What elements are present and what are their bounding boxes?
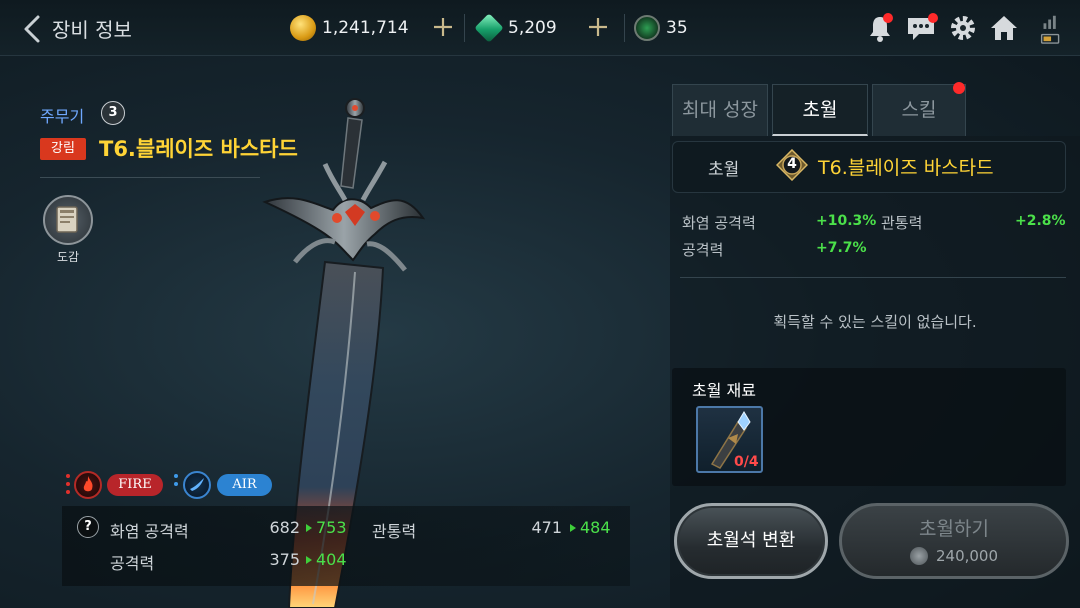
add-gem-plus-icon[interactable] [585,14,611,40]
air-element-pill: AIR [217,474,272,496]
transcend-label: 초월 [708,160,740,180]
arrow-right-icon [306,524,312,532]
air-element-icon [183,471,211,499]
energy-bolt-icon [634,15,660,41]
stat-label: 화염 공격력 [110,522,189,541]
stat-label: 관통력 [372,522,417,541]
convert-stone-label: 초월석 변환 [706,530,796,551]
bonus-value: +7.7% [816,240,867,256]
grade-tag: 강림 [40,138,86,160]
gem-amount: 5,209 [508,18,557,38]
book-icon[interactable] [43,195,93,245]
divider [624,14,625,42]
stat-new-value: 753 [316,518,347,537]
transcend-cost: 240,000 [842,547,1066,565]
bonus-label: 화염 공격력 [682,214,756,232]
bonus-value: +10.3% [816,213,877,229]
bonus-label: 관통력 [881,214,923,232]
energy-amount: 35 [666,18,688,38]
fire-element-pill: FIRE [107,474,163,496]
back-arrow-icon[interactable] [18,12,48,46]
no-skill-message: 획득할 수 있는 스킬이 없습니다. [773,313,977,331]
stat-new-value: 484 [580,518,611,537]
add-gold-plus-icon[interactable] [430,14,456,40]
bonus-value: +2.8% [1015,213,1066,229]
gold-coin-icon [290,15,316,41]
materials-title: 초월 재료 [692,381,756,400]
gold-currency: 1,241,714 [290,12,409,44]
stat-old-value: 375 [269,550,300,569]
transcend-level: 4 [787,156,797,172]
fire-element-icon [74,471,102,499]
dogam-label: 도감 [56,250,80,264]
tab-max-growth[interactable]: 최대 성장 [672,84,768,136]
green-gem-icon [474,13,504,43]
arrow-right-icon [306,556,312,564]
element-dots [174,474,178,494]
top-bar: 장비 정보 1,241,714 5,209 35 [0,0,1080,56]
divider [464,14,465,42]
stat-old-value: 682 [269,518,300,537]
notification-dot [928,13,938,23]
transcend-button[interactable]: 초월하기 240,000 [839,503,1069,579]
home-icon[interactable] [988,12,1020,44]
divider [40,177,260,178]
stat-label: 공격력 [110,554,155,573]
silver-coin-icon [909,547,928,565]
divider [680,277,1066,278]
tab-skill[interactable]: 스킬 [872,84,966,136]
tab-transcend[interactable]: 초월 [772,84,868,136]
convert-stone-button[interactable]: 초월석 변환 [674,503,828,579]
slot-level-badge: 3 [101,101,125,125]
material-count: 0/4 [734,454,759,470]
energy-currency: 35 [634,12,688,44]
arrow-right-icon [570,524,576,532]
gem-currency: 5,209 [474,12,557,44]
bonus-label: 공격력 [682,241,724,259]
notification-dot [953,82,965,94]
element-dots [66,474,70,494]
signal-battery-icon [1036,12,1062,44]
transcend-item-name: T6.블레이즈 바스타드 [818,157,994,179]
gear-icon[interactable] [947,12,979,44]
transcend-cost-value: 240,000 [935,547,999,565]
stat-new-value: 404 [316,550,347,569]
notification-dot [883,13,893,23]
gold-amount: 1,241,714 [322,18,409,38]
stat-old-value: 471 [531,518,562,537]
page-title: 장비 정보 [52,18,132,42]
weapon-slot-label: 주무기 [40,107,85,126]
transcend-button-label: 초월하기 [919,518,989,540]
help-icon[interactable]: ? [77,516,99,538]
